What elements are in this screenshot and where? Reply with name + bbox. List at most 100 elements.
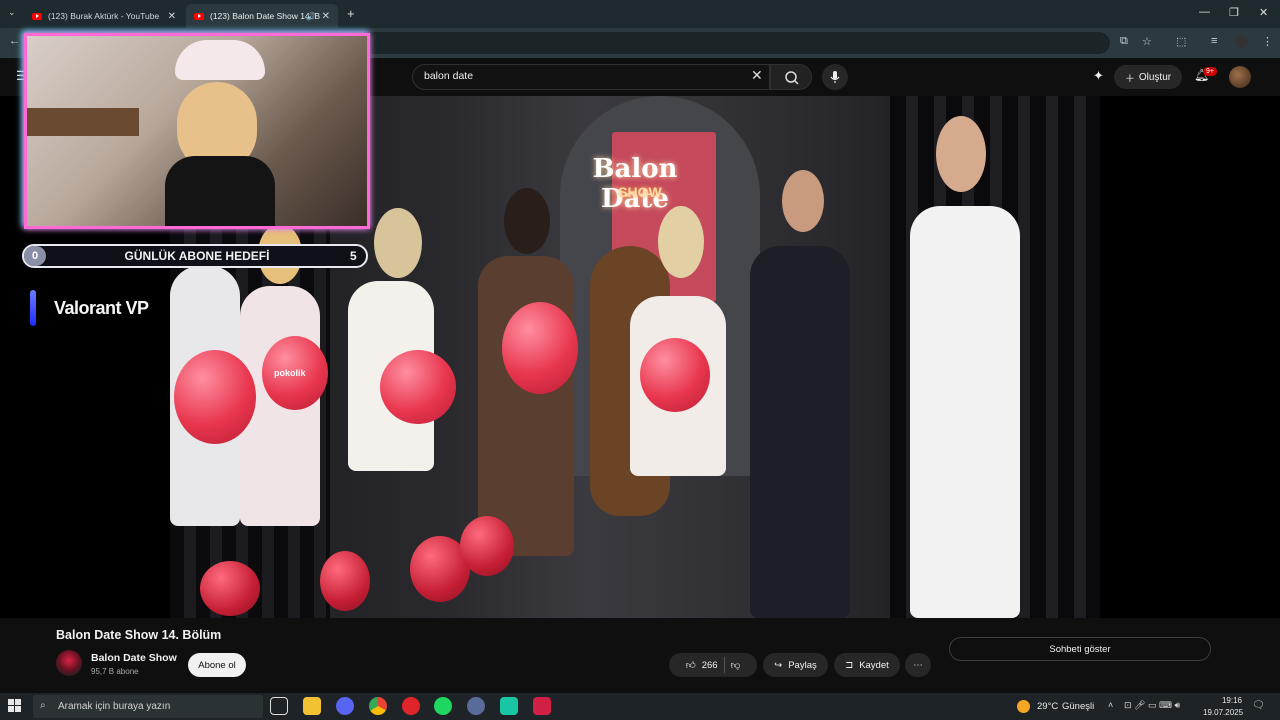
streamer-webcam	[24, 33, 370, 229]
media-control-icon[interactable]: ≡	[1211, 35, 1217, 47]
host	[750, 246, 850, 618]
goal-label: GÜNLÜK ABONE HEDEFİ	[124, 249, 270, 263]
more-dots-icon: ⋯	[913, 659, 923, 671]
youtube-favicon-icon	[32, 12, 42, 20]
bookmark-icon: ⊐	[845, 659, 854, 671]
cast-icon[interactable]: ⧉	[1120, 35, 1128, 48]
subscriber-count: 95,7 B abone	[91, 667, 139, 676]
more-actions-button[interactable]: ⋯	[905, 653, 931, 677]
taskbar-search-placeholder: Aramak için buraya yazın	[58, 701, 171, 712]
restore-button[interactable]: ❐	[1229, 6, 1239, 19]
save-button[interactable]: ⊐ Kaydet	[834, 653, 900, 677]
sponsor-logo-icon	[30, 290, 36, 326]
share-label: Paylaş	[788, 659, 817, 671]
weather-sun-icon[interactable]	[1017, 700, 1030, 713]
tray-icons[interactable]: ⊡ 🎤︎ ▭ ⌨ 🔊︎	[1124, 700, 1180, 711]
host-head	[782, 170, 824, 232]
balloon	[502, 302, 578, 394]
save-label: Kaydet	[859, 659, 889, 671]
minimize-button[interactable]: —	[1199, 6, 1210, 18]
contestant	[478, 256, 574, 556]
contestant-head	[374, 208, 422, 278]
share-button[interactable]: ↪ Paylaş	[763, 653, 828, 677]
tab-label: (123) Balon Date Show 14. B	[210, 11, 321, 21]
tab-search-icon[interactable]: ⌄	[8, 7, 16, 18]
goal-current: 0	[24, 246, 46, 266]
thumbs-down-icon: 👎︎	[730, 660, 741, 671]
bunny-hat	[175, 40, 265, 80]
start-button[interactable]	[8, 699, 22, 713]
sponsor-label: Valorant VP	[54, 298, 149, 318]
tab-close-icon[interactable]: ✕	[322, 11, 330, 22]
desk	[27, 108, 139, 136]
speaker-icon[interactable]: 🔊	[306, 12, 316, 21]
tray-chevron-icon[interactable]: ˄	[1108, 700, 1113, 710]
thumbs-up-icon: 👍︎	[685, 660, 696, 671]
notification-count-badge: 9+	[1203, 67, 1217, 76]
balloon-brand-label: pokolik	[274, 368, 306, 378]
account-avatar[interactable]	[1229, 66, 1251, 88]
floor-balloon	[460, 516, 514, 576]
clock-date[interactable]: 19.07.2025	[1203, 708, 1243, 717]
share-icon: ↪	[774, 659, 783, 671]
app-icon[interactable]	[533, 697, 551, 715]
channel-avatar[interactable]	[56, 650, 82, 676]
neon-sign-subtitle: SHOW	[618, 184, 662, 200]
co-host-head	[936, 116, 986, 192]
balloon	[174, 350, 256, 444]
contestant-head	[504, 188, 550, 254]
floor-balloon	[200, 561, 260, 616]
like-button[interactable]: 👍︎ 266	[685, 659, 718, 672]
app-icon[interactable]	[500, 697, 518, 715]
menu-dots-icon[interactable]: ⋮	[1262, 35, 1273, 48]
like-dislike-pill: 👍︎ 266 👎︎	[669, 653, 757, 677]
taskbar-search-icon: ⌕	[40, 700, 46, 711]
clear-search-icon[interactable]: ✕	[751, 67, 763, 84]
microphone-icon	[830, 71, 840, 83]
tab-balon-date-show[interactable]: (123) Balon Date Show 14. B 🔊 ✕	[186, 4, 338, 28]
dislike-button[interactable]: 👎︎	[731, 659, 741, 671]
notification-center-icon[interactable]: 🗨︎	[1252, 700, 1265, 711]
create-button[interactable]: ＋ Oluştur	[1114, 65, 1182, 89]
app-icon[interactable]	[467, 697, 485, 715]
goal-target: 5	[350, 249, 357, 263]
premium-icon[interactable]: ✦	[1093, 68, 1104, 84]
task-view-icon[interactable]	[270, 697, 288, 715]
weather-temperature[interactable]: 29°C	[1037, 701, 1058, 712]
opera-icon[interactable]	[402, 697, 420, 715]
create-label: Oluştur	[1138, 71, 1172, 83]
spotify-icon[interactable]	[434, 697, 452, 715]
plus-icon: ＋	[1124, 73, 1135, 85]
discord-icon[interactable]	[336, 697, 354, 715]
search-icon	[785, 71, 799, 85]
close-window-button[interactable]: ✕	[1259, 6, 1268, 19]
tab-label: (123) Burak Aktürk - YouTube	[48, 11, 160, 21]
profile-icon[interactable]	[1235, 35, 1248, 48]
tab-burak-akturk[interactable]: (123) Burak Aktürk - YouTube ✕	[24, 4, 184, 28]
chrome-icon[interactable]	[369, 697, 387, 715]
streamer-body	[165, 156, 275, 226]
contestant-head	[658, 206, 704, 278]
balloon	[380, 350, 456, 424]
extensions-icon[interactable]: ⬚	[1176, 35, 1186, 48]
divider	[723, 657, 725, 673]
subscribe-button[interactable]: Abone ol	[188, 653, 246, 677]
back-icon[interactable]: ←	[9, 35, 20, 47]
video-title: Balon Date Show 14. Bölüm	[56, 628, 222, 642]
weather-description[interactable]: Güneşli	[1062, 701, 1094, 712]
bookmark-star-icon[interactable]: ☆	[1142, 35, 1152, 48]
search-input-value: balon date	[424, 70, 474, 82]
file-explorer-icon[interactable]	[303, 697, 321, 715]
search-button[interactable]	[770, 64, 812, 90]
new-tab-button[interactable]: +	[347, 6, 355, 21]
floor-balloon	[320, 551, 370, 611]
voice-search-button[interactable]	[822, 64, 848, 90]
like-count: 266	[701, 659, 718, 671]
youtube-favicon-icon	[194, 12, 204, 20]
co-host	[910, 206, 1020, 618]
channel-name[interactable]: Balon Date Show	[91, 652, 177, 664]
show-chat-button[interactable]: Sohbeti göster	[949, 637, 1211, 661]
balloon	[640, 338, 710, 412]
clock-time[interactable]: 19:16	[1208, 696, 1242, 705]
tab-close-icon[interactable]: ✕	[168, 11, 176, 22]
